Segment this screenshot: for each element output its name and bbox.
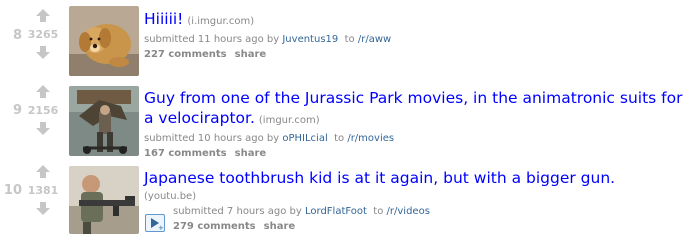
to-text: to bbox=[344, 34, 355, 45]
post-entry: Hiiiii! (i.imgur.com) submitted 11 hours … bbox=[144, 9, 689, 62]
post-rank: 8 bbox=[12, 28, 22, 43]
submitted-text: submitted 10 hours ago by bbox=[144, 133, 280, 144]
man-holding-rifle-icon bbox=[69, 166, 139, 234]
post-3: 10 1381 Japanese toothbrush kid is at it… bbox=[0, 164, 693, 238]
submitted-text: submitted 7 hours ago by bbox=[173, 206, 302, 217]
to-text: to bbox=[373, 206, 384, 217]
comments-link[interactable]: 167 comments bbox=[144, 148, 227, 159]
post-score: 3265 bbox=[27, 28, 59, 41]
author-link[interactable]: oPHILcial bbox=[282, 133, 327, 144]
share-link[interactable]: share bbox=[264, 221, 296, 232]
submitted-text: submitted 11 hours ago by bbox=[144, 34, 280, 45]
man-in-velociraptor-rig-icon bbox=[69, 86, 139, 156]
author-link[interactable]: LordFlatFoot bbox=[305, 206, 367, 217]
post-title-link[interactable]: Japanese toothbrush kid is at it again, … bbox=[144, 169, 615, 187]
post-buttons: 227 comments share bbox=[144, 48, 689, 62]
post-domain-line: (youtu.be) bbox=[144, 190, 689, 204]
voter: 2156 bbox=[23, 84, 63, 144]
post-title-link[interactable]: Hiiiii! bbox=[144, 10, 183, 28]
voter: 1381 bbox=[23, 164, 63, 224]
post-domain[interactable]: (imgur.com) bbox=[259, 115, 320, 126]
downvote-arrow-icon[interactable] bbox=[35, 120, 51, 136]
author-link[interactable]: Juventus19 bbox=[282, 34, 338, 45]
post-buttons: 167 comments share bbox=[144, 147, 689, 161]
golden-retriever-puppy-icon bbox=[69, 6, 139, 76]
post-entry: Japanese toothbrush kid is at it again, … bbox=[144, 168, 689, 204]
upvote-arrow-icon[interactable] bbox=[35, 84, 51, 100]
post-score: 1381 bbox=[27, 184, 59, 197]
post-rank: 10 bbox=[3, 183, 22, 198]
post-2: 9 2156 Guy from one of the Jurassic Park… bbox=[0, 84, 693, 161]
post-buttons: 279 comments share bbox=[173, 220, 689, 234]
upvote-arrow-icon[interactable] bbox=[35, 164, 51, 180]
post-domain[interactable]: (youtu.be) bbox=[144, 191, 196, 202]
post-thumbnail[interactable] bbox=[69, 86, 139, 156]
video-play-expando-icon[interactable]: + bbox=[145, 214, 165, 232]
subreddit-link[interactable]: /r/movies bbox=[347, 133, 394, 144]
post-domain[interactable]: (i.imgur.com) bbox=[187, 16, 254, 27]
subreddit-link[interactable]: /r/aww bbox=[358, 34, 391, 45]
downvote-arrow-icon[interactable] bbox=[35, 44, 51, 60]
post-thumbnail[interactable] bbox=[69, 166, 139, 234]
downvote-arrow-icon[interactable] bbox=[35, 200, 51, 216]
comments-link[interactable]: 227 comments bbox=[144, 49, 227, 60]
post-score: 2156 bbox=[27, 104, 59, 117]
subreddit-link[interactable]: /r/videos bbox=[387, 206, 430, 217]
post-tagline: submitted 11 hours ago by Juventus19 to … bbox=[144, 33, 689, 47]
post-1: 8 3265 Hiiiii! (i.imgur.com) submitted 1… bbox=[0, 6, 693, 80]
post-thumbnail[interactable] bbox=[69, 6, 139, 76]
post-rank: 9 bbox=[12, 103, 22, 118]
post-entry: Guy from one of the Jurassic Park movies… bbox=[144, 88, 689, 161]
voter: 3265 bbox=[23, 8, 63, 68]
post-tagline: submitted 7 hours ago by LordFlatFoot to… bbox=[173, 205, 689, 219]
svg-text:+: + bbox=[158, 224, 164, 231]
comments-link[interactable]: 279 comments bbox=[173, 221, 256, 232]
to-text: to bbox=[334, 133, 345, 144]
post-tagline: submitted 10 hours ago by oPHILcial to /… bbox=[144, 132, 689, 146]
post-entry-meta: submitted 7 hours ago by LordFlatFoot to… bbox=[173, 204, 689, 234]
post-title-link[interactable]: Guy from one of the Jurassic Park movies… bbox=[144, 89, 682, 127]
upvote-arrow-icon[interactable] bbox=[35, 8, 51, 24]
share-link[interactable]: share bbox=[235, 49, 267, 60]
share-link[interactable]: share bbox=[235, 148, 267, 159]
